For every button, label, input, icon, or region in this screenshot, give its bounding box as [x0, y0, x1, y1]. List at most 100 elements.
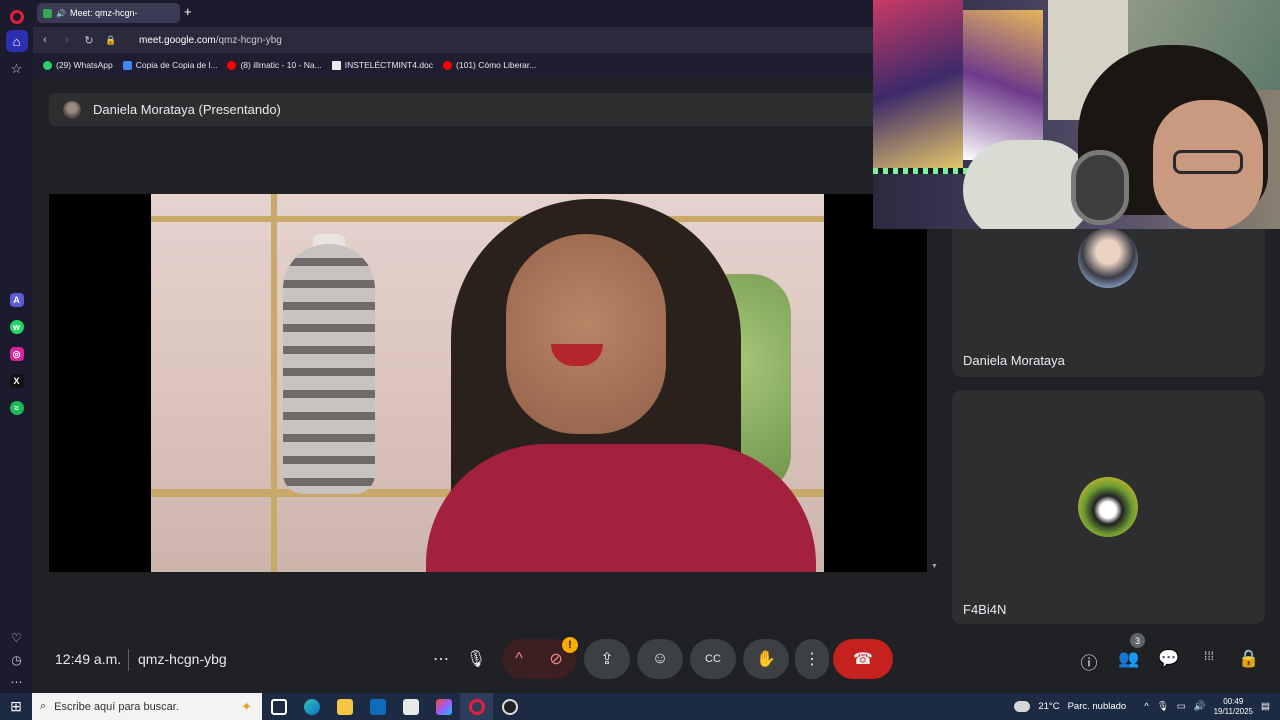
bookmark-label: (101) Cómo Liberar... — [456, 60, 537, 70]
camera-off-icon[interactable]: ⊘ — [549, 649, 562, 669]
presentation-stage[interactable] — [49, 194, 927, 572]
participant-count-badge: 3 — [1130, 633, 1145, 648]
presenter-bar: Daniela Morataya (Presentando) — [49, 93, 889, 126]
divider — [128, 649, 129, 671]
back-icon[interactable]: ‹ — [35, 34, 55, 46]
warning-badge: ! — [562, 637, 578, 653]
participant-name: F4Bi4N — [963, 602, 1007, 617]
bookmark-label: (8) illmatic - 10 - Na... — [240, 60, 322, 70]
microphone-icon[interactable]: 🎙 — [461, 639, 491, 679]
people-icon[interactable]: 👥 — [1117, 649, 1141, 669]
star-icon[interactable]: ☆ — [6, 58, 28, 80]
notifications-icon[interactable]: ▤ — [1261, 701, 1270, 712]
mic-tray-icon[interactable]: 🎙 — [1157, 701, 1169, 712]
bookmark-copia[interactable]: Copia de Copia de l... — [122, 60, 218, 70]
bookmark-doc[interactable]: INSTELÉCTMINT4.doc — [331, 60, 434, 70]
whatsapp-bookmark-icon — [43, 60, 52, 70]
presenter-avatar — [63, 100, 81, 119]
youtube-bookmark-icon — [443, 60, 453, 70]
webcam-overlay — [873, 0, 1280, 229]
document-bookmark-icon — [331, 60, 341, 70]
task-view-icon[interactable] — [262, 698, 295, 715]
more-icon[interactable]: ⋯ — [11, 675, 23, 689]
chevron-up-icon[interactable]: ^ — [515, 650, 523, 668]
weather-text[interactable]: Parc. nublado — [1068, 701, 1127, 712]
screen: ⌂ ☆ A w ◎ X ≈ ♡ ◷ ⋯ 🔊 Meet: qmz-hcgn- + … — [0, 0, 1280, 720]
taskbar-date: 19/11/2025 — [1213, 706, 1254, 716]
tab-title: Meet: qmz-hcgn- — [69, 8, 138, 18]
obs-icon[interactable] — [493, 698, 526, 715]
taskbar-clock[interactable]: 00:49 19/11/2025 — [1214, 697, 1253, 717]
bookmark-label: (29) WhatsApp — [56, 60, 113, 70]
opera-sidebar: ⌂ ☆ A w ◎ X ≈ ♡ ◷ ⋯ — [0, 0, 33, 693]
user-headphones — [1071, 150, 1129, 225]
opera-logo-icon[interactable] — [9, 10, 24, 24]
x-twitter-icon[interactable]: X — [9, 374, 24, 388]
bookmark-whatsapp[interactable]: (29) WhatsApp — [43, 60, 113, 70]
scroll-down-icon[interactable]: ▼ — [931, 563, 938, 570]
meeting-code: qmz-hcgn-ybg — [138, 651, 227, 667]
file-explorer-icon[interactable] — [328, 698, 361, 715]
participant-tile[interactable]: Daniela Morataya — [952, 222, 1265, 377]
host-controls-icon[interactable]: 🔒 — [1237, 649, 1261, 669]
store-icon[interactable] — [394, 698, 427, 715]
new-tab-button[interactable]: + — [184, 4, 192, 19]
hangup-icon: ☎ — [853, 651, 873, 668]
bookmark-como-liberar[interactable]: (101) Cómo Liberar... — [443, 60, 536, 70]
chat-icon[interactable]: 💬 — [1157, 649, 1181, 669]
more-vert-icon[interactable]: ⋮ — [795, 639, 829, 679]
aria-icon[interactable]: A — [9, 293, 24, 307]
windows-start-icon[interactable]: ⊞ — [0, 698, 32, 715]
bookmark-label: Copia de Copia de l... — [135, 60, 218, 70]
raise-hand-icon[interactable]: ✋ — [743, 639, 789, 679]
presenter-label: Daniela Morataya (Presentando) — [93, 102, 281, 117]
whatsapp-icon[interactable]: w — [9, 320, 24, 334]
heart-icon[interactable]: ♡ — [11, 631, 22, 645]
tab-meet[interactable]: 🔊 Meet: qmz-hcgn- — [37, 3, 180, 23]
speaker-icon[interactable]: 🔊 — [56, 9, 66, 18]
instagram-icon[interactable]: ◎ — [9, 347, 24, 361]
url-field[interactable]: meet.google.com/qmz-hcgn-ybg — [139, 35, 282, 46]
user-glasses — [1173, 150, 1243, 174]
captions-icon[interactable]: CC — [690, 639, 736, 679]
temperature[interactable]: 21°C — [1038, 701, 1059, 712]
figma-icon[interactable] — [427, 698, 460, 715]
shelf-post-left — [271, 194, 277, 572]
sparkle-icon: ✦ — [241, 698, 252, 714]
speaker-face — [506, 234, 666, 434]
spotify-icon[interactable]: ≈ — [9, 401, 24, 415]
edge-icon[interactable] — [295, 698, 328, 715]
history-icon[interactable]: ◷ — [11, 653, 21, 667]
present-screen-icon[interactable]: ⇪ — [584, 639, 630, 679]
taskbar-time: 00:49 — [1223, 696, 1244, 706]
reload-icon[interactable]: ↻ — [79, 34, 99, 47]
leave-call-button[interactable]: ☎ — [833, 639, 893, 679]
bookmarks-bar: (29) WhatsApp Copia de Copia de l... (8)… — [33, 53, 873, 77]
bookmark-label: INSTELÉCTMINT4.doc — [344, 60, 434, 70]
network-icon[interactable]: ▭ — [1177, 701, 1186, 712]
wall-poster — [873, 0, 963, 170]
bookmark-illmatic[interactable]: (8) illmatic - 10 - Na... — [227, 60, 322, 70]
info-icon[interactable]: ⓘ — [1077, 649, 1101, 674]
activities-icon[interactable]: ⁞⁞⁞ — [1197, 649, 1221, 663]
striped-vase — [283, 244, 375, 494]
wall-poster — [963, 10, 1043, 160]
presentation-video — [151, 194, 824, 572]
youtube-bookmark-icon — [227, 60, 237, 70]
meeting-clock: 12:49 a.m. — [55, 651, 122, 667]
windows-taskbar: ⊞ ⌕ Escribe aquí para buscar. ✦ 21°C Par… — [0, 693, 1280, 720]
more-options-icon[interactable]: ⋯ — [426, 639, 456, 679]
home-icon[interactable]: ⌂ — [5, 30, 28, 52]
participant-tile[interactable]: F4Bi4N — [952, 390, 1265, 624]
meet-favicon-icon — [43, 8, 52, 18]
outlook-icon[interactable] — [361, 698, 394, 715]
slides-bookmark-icon — [122, 60, 132, 70]
address-bar: ‹ › ↻ 🔒 meet.google.com/qmz-hcgn-ybg — [33, 27, 873, 53]
emoji-reaction-icon[interactable]: ☺ — [637, 639, 683, 679]
chevron-up-tray-icon[interactable]: ^ — [1144, 701, 1148, 712]
opera-taskbar-icon[interactable] — [460, 693, 493, 720]
volume-icon[interactable]: 🔊 — [1194, 701, 1206, 712]
speaker-shirt — [426, 444, 816, 572]
forward-icon[interactable]: › — [57, 34, 77, 46]
taskbar-search[interactable]: ⌕ Escribe aquí para buscar. ✦ — [32, 693, 262, 720]
